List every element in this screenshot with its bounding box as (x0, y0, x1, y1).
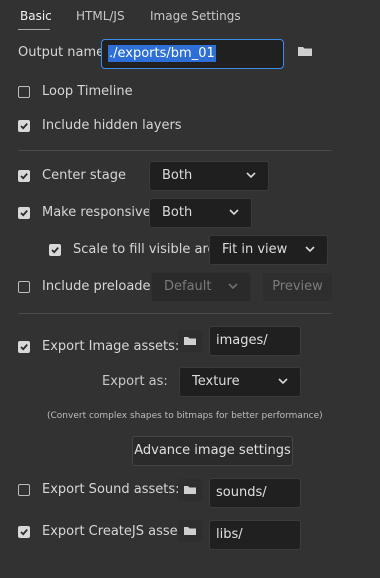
chevron-down-icon (278, 378, 288, 385)
make-responsive-select[interactable]: Both (149, 198, 252, 228)
export-createjs-assets-label: Export CreateJS assets: (42, 524, 194, 539)
createjs-folder-button[interactable] (178, 520, 202, 542)
preloader-value: Default (164, 279, 212, 294)
loop-timeline-checkbox[interactable] (18, 86, 30, 98)
checkmark-icon (20, 529, 28, 536)
sound-folder-button[interactable] (178, 479, 202, 501)
tab-basic[interactable]: Basic (20, 9, 52, 23)
output-name-input[interactable]: ./exports/bm_01 (101, 39, 284, 69)
image-folder-button[interactable] (178, 330, 202, 352)
checkmark-icon (20, 210, 28, 217)
center-stage-select[interactable]: Both (149, 161, 269, 191)
checkmark-icon (20, 344, 28, 351)
make-responsive-value: Both (162, 205, 193, 220)
chevron-down-icon (305, 246, 315, 253)
scale-to-fill-value: Fit in view (222, 242, 288, 257)
scale-to-fill-select[interactable]: Fit in view (209, 235, 328, 265)
active-tab-indicator (18, 29, 50, 30)
preloader-select[interactable]: Default (151, 272, 251, 302)
include-preloader-checkbox[interactable] (18, 281, 30, 293)
export-as-label: Export as: (102, 374, 168, 389)
scale-to-fill-label: Scale to fill visible area (73, 242, 224, 257)
divider (18, 150, 332, 151)
export-image-assets-label: Export Image assets: (42, 339, 180, 354)
chevron-down-icon (229, 209, 239, 216)
export-as-value: Texture (192, 374, 240, 389)
loop-timeline-label: Loop Timeline (42, 84, 133, 99)
center-stage-checkbox[interactable] (18, 170, 30, 182)
chevron-down-icon (246, 172, 256, 179)
preview-button[interactable]: Preview (262, 272, 333, 302)
tab-html-js[interactable]: HTML/JS (76, 9, 125, 23)
divider (18, 313, 332, 314)
image-assets-path-input[interactable]: images/ (209, 326, 301, 356)
export-image-assets-checkbox[interactable] (18, 341, 30, 353)
chevron-down-icon (228, 283, 238, 290)
export-sound-assets-label: Export Sound assets: (42, 482, 180, 497)
folder-icon[interactable] (297, 45, 315, 59)
output-name-value: ./exports/bm_01 (108, 45, 216, 62)
folder-icon (184, 337, 196, 345)
folder-icon (184, 527, 196, 535)
createjs-assets-path-input[interactable]: libs/ (209, 520, 301, 550)
include-hidden-layers-label: Include hidden layers (42, 118, 182, 133)
checkmark-icon (51, 247, 59, 254)
make-responsive-checkbox[interactable] (18, 207, 30, 219)
export-sound-assets-checkbox[interactable] (18, 484, 30, 496)
image-assets-note: (Convert complex shapes to bitmaps for b… (47, 411, 323, 421)
include-preloader-label: Include preloader (42, 279, 156, 294)
checkmark-icon (20, 123, 28, 130)
tab-image-settings[interactable]: Image Settings (150, 9, 241, 23)
center-stage-value: Both (162, 168, 193, 183)
center-stage-label: Center stage (42, 168, 126, 183)
scale-to-fill-checkbox[interactable] (49, 244, 61, 256)
make-responsive-label: Make responsive (42, 205, 151, 220)
export-createjs-assets-checkbox[interactable] (18, 526, 30, 538)
export-as-select[interactable]: Texture (179, 367, 301, 397)
checkmark-icon (20, 173, 28, 180)
output-name-label: Output name: (18, 45, 109, 60)
include-hidden-layers-checkbox[interactable] (18, 120, 30, 132)
folder-icon (184, 486, 196, 494)
advance-image-settings-button[interactable]: Advance image settings (132, 436, 293, 466)
sound-assets-path-input[interactable]: sounds/ (209, 478, 301, 508)
